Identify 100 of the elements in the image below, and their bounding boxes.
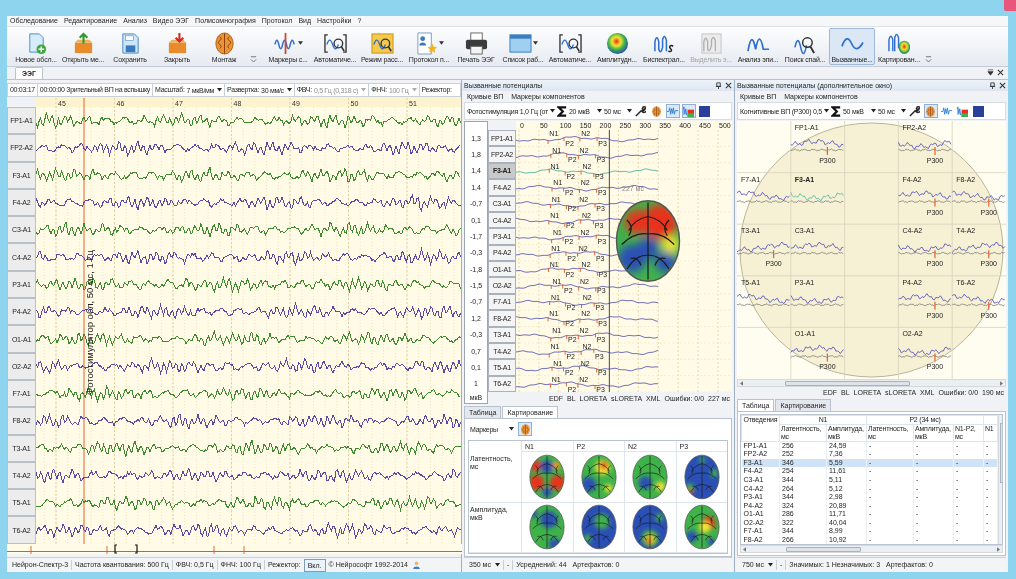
marker-tick[interactable]: [579, 137, 581, 143]
marker-tick[interactable]: [594, 153, 596, 159]
marker-tick[interactable]: [566, 334, 568, 340]
marker-tick[interactable]: [592, 219, 594, 225]
wrench-button[interactable]: [633, 104, 648, 118]
time-cursor[interactable]: [608, 129, 610, 392]
marker-tick[interactable]: [596, 136, 598, 142]
marker-tick[interactable]: [594, 250, 596, 256]
marker-tick[interactable]: [549, 383, 551, 389]
horizontal-scrollbar[interactable]: [737, 379, 1006, 387]
wave-map-button[interactable]: [681, 104, 696, 118]
scroll-left-icon[interactable]: [740, 380, 743, 386]
marker-tick[interactable]: [577, 154, 579, 160]
marker-tick[interactable]: [566, 152, 568, 158]
scroll-left-icon[interactable]: [743, 546, 746, 552]
marker-tick[interactable]: [565, 204, 567, 210]
marker-tick[interactable]: [934, 146, 936, 156]
marker-tick[interactable]: [596, 367, 598, 373]
marker-tick[interactable]: [551, 366, 553, 372]
marker-tick[interactable]: [596, 318, 598, 324]
marker-tick[interactable]: [565, 381, 567, 387]
marker-tick[interactable]: [548, 168, 550, 174]
marker-tick[interactable]: [563, 187, 565, 193]
marker-tick[interactable]: [551, 187, 553, 192]
marker-tick[interactable]: [596, 188, 598, 194]
marker-tick[interactable]: [579, 365, 580, 371]
marker-tick[interactable]: [581, 303, 582, 309]
marker-tick[interactable]: [934, 301, 936, 311]
marker-tick[interactable]: [577, 383, 579, 388]
marker-tick[interactable]: [563, 366, 565, 372]
marker-tick[interactable]: [580, 350, 582, 356]
scroll-right-icon[interactable]: [1000, 380, 1003, 386]
marker-tick[interactable]: [577, 334, 579, 340]
marker-tick[interactable]: [549, 203, 551, 209]
marker-tick[interactable]: [550, 153, 552, 159]
sigma-icon[interactable]: [830, 104, 841, 118]
scroll-right-icon[interactable]: [997, 546, 1000, 552]
marker-tick[interactable]: [826, 146, 828, 156]
marker-tick[interactable]: [826, 352, 828, 362]
marker-tick[interactable]: [593, 172, 595, 178]
marker-tick[interactable]: [565, 302, 567, 308]
marker-tick[interactable]: [548, 220, 550, 225]
marker-tick[interactable]: [548, 353, 550, 358]
marker-tick[interactable]: [549, 300, 551, 306]
marker-tick[interactable]: [596, 271, 598, 277]
square-button[interactable]: [971, 104, 986, 118]
marker-tick[interactable]: [547, 316, 549, 322]
horizontal-scrollbar[interactable]: [740, 545, 1003, 553]
close-icon[interactable]: [725, 82, 732, 89]
square-button[interactable]: [697, 104, 712, 118]
close-icon[interactable]: [999, 82, 1006, 89]
marker-tick[interactable]: [594, 333, 596, 338]
marker-tick[interactable]: [578, 235, 580, 241]
brain-button[interactable]: [923, 104, 938, 118]
waves-button[interactable]: [665, 104, 680, 118]
marker-tick[interactable]: [594, 202, 596, 208]
marker-tick[interactable]: [577, 205, 579, 211]
sigma-icon[interactable]: [556, 104, 567, 118]
marker-tick[interactable]: [988, 198, 990, 208]
marker-tick[interactable]: [562, 236, 564, 242]
marker-tick[interactable]: [773, 249, 775, 259]
marker-tick[interactable]: [562, 284, 564, 290]
marker-tick[interactable]: [563, 320, 565, 326]
marker-tick[interactable]: [580, 219, 582, 224]
marker-tick[interactable]: [579, 267, 581, 273]
marker-tick[interactable]: [551, 238, 553, 244]
marker-tick[interactable]: [934, 198, 936, 208]
marker-tick[interactable]: [565, 251, 567, 257]
marker-tick[interactable]: [594, 384, 596, 390]
wave-map-button[interactable]: [955, 104, 970, 118]
marker-tick[interactable]: [563, 268, 565, 274]
overflow-icon[interactable]: [250, 54, 257, 63]
marker-tick[interactable]: [580, 170, 582, 176]
event-timeline[interactable]: [7, 544, 462, 554]
dropdown-icon[interactable]: [987, 69, 994, 76]
brain-button[interactable]: [649, 104, 664, 118]
marker-tick[interactable]: [593, 302, 595, 308]
pin-icon[interactable]: [989, 82, 996, 89]
wrench-button[interactable]: [907, 104, 922, 118]
marker-tick[interactable]: [564, 350, 566, 356]
brain-button[interactable]: [518, 422, 532, 436]
marker-tick[interactable]: [579, 318, 581, 324]
scrollbar-thumb[interactable]: [786, 546, 861, 552]
marker-tick[interactable]: [564, 222, 566, 228]
marker-tick[interactable]: [547, 139, 549, 145]
marker-tick[interactable]: [595, 234, 597, 240]
pin-icon[interactable]: [715, 82, 722, 89]
marker-tick[interactable]: [577, 252, 578, 258]
marker-tick[interactable]: [564, 170, 566, 176]
marker-tick[interactable]: [988, 301, 990, 311]
marker-tick[interactable]: [547, 267, 549, 273]
marker-tick[interactable]: [578, 285, 580, 291]
scrollbar-thumb[interactable]: [785, 380, 910, 386]
marker-tick[interactable]: [593, 348, 595, 354]
marker-tick[interactable]: [550, 337, 552, 343]
marker-tick[interactable]: [563, 136, 565, 142]
marker-tick[interactable]: [934, 249, 936, 259]
marker-tick[interactable]: [550, 284, 552, 290]
marker-tick[interactable]: [934, 352, 936, 362]
close-icon[interactable]: [997, 69, 1004, 76]
